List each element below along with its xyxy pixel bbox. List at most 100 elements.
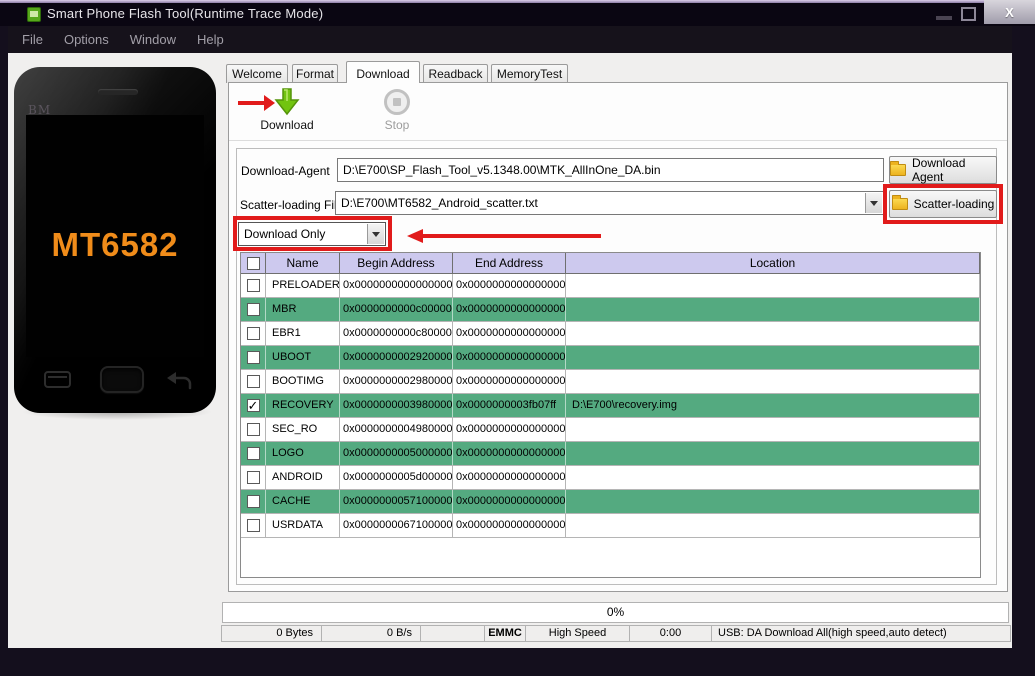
toolbar-separator	[229, 140, 1007, 141]
status-elapsed-time: 0:00	[629, 625, 712, 642]
row-checkbox-cell	[241, 442, 266, 465]
partition-name-cell: MBR	[266, 298, 340, 321]
end-address-cell: 0x0000000000000000	[453, 514, 566, 537]
row-checkbox-cell	[241, 322, 266, 345]
table-row[interactable]: BOOTIMG 0x0000000002980000 0x00000000000…	[241, 370, 980, 394]
scatter-loading-button[interactable]: Scatter-loading	[889, 190, 997, 218]
status-usb-mode: High Speed	[525, 625, 630, 642]
chevron-down-icon[interactable]	[367, 224, 384, 244]
begin-address-cell: 0x0000000057100000	[340, 490, 453, 513]
stop-button: Stop	[367, 118, 427, 132]
begin-address-cell: 0x0000000005d00000	[340, 466, 453, 489]
row-checkbox[interactable]	[247, 327, 260, 340]
begin-address-column-header[interactable]: Begin Address	[340, 253, 453, 274]
row-checkbox-cell	[241, 298, 266, 321]
phone-home-button-icon	[100, 366, 144, 393]
table-row[interactable]: CACHE 0x0000000057100000 0x0000000000000…	[241, 490, 980, 514]
end-address-cell: 0x0000000000000000	[453, 442, 566, 465]
stop-icon	[384, 89, 410, 115]
row-checkbox[interactable]	[247, 375, 260, 388]
progress-bar: 0%	[222, 602, 1009, 623]
app-window: Smart Phone Flash Tool(Runtime Trace Mod…	[0, 0, 1035, 676]
row-checkbox[interactable]	[247, 447, 260, 460]
table-row[interactable]: EBR1 0x0000000000c80000 0x00000000000000…	[241, 322, 980, 346]
row-checkbox[interactable]	[247, 519, 260, 532]
row-checkbox[interactable]	[247, 495, 260, 508]
tab-readback[interactable]: Readback	[423, 64, 488, 83]
name-column-header[interactable]: Name	[266, 253, 340, 274]
menu-options[interactable]: Options	[64, 32, 109, 47]
location-cell	[566, 442, 980, 465]
phone-screen: MT6582	[26, 115, 204, 357]
menu-file[interactable]: File	[22, 32, 43, 47]
location-cell	[566, 346, 980, 369]
titlebar[interactable]: Smart Phone Flash Tool(Runtime Trace Mod…	[0, 3, 1035, 26]
menubar: File Options Window Help	[8, 26, 1012, 53]
annotation-arrow-mode-head	[407, 229, 423, 243]
end-address-cell: 0x0000000000000000	[453, 370, 566, 393]
partition-table: Name Begin Address End Address Location …	[240, 252, 981, 578]
row-checkbox[interactable]	[247, 399, 260, 412]
select-all-checkbox[interactable]	[247, 257, 260, 270]
table-row[interactable]: SEC_RO 0x0000000004980000 0x000000000000…	[241, 418, 980, 442]
row-checkbox-cell	[241, 418, 266, 441]
end-address-cell: 0x0000000003fb07ff	[453, 394, 566, 417]
end-address-column-header[interactable]: End Address	[453, 253, 566, 274]
download-mode-combobox[interactable]: Download Only	[238, 222, 386, 246]
row-checkbox-cell	[241, 394, 266, 417]
download-agent-label: Download-Agent	[241, 164, 330, 178]
location-cell	[566, 370, 980, 393]
begin-address-cell: 0x0000000000c00000	[340, 298, 453, 321]
chevron-down-icon[interactable]	[865, 193, 882, 213]
partition-name-cell: LOGO	[266, 442, 340, 465]
table-row[interactable]: USRDATA 0x0000000067100000 0x00000000000…	[241, 514, 980, 538]
tab-download[interactable]: Download	[346, 61, 420, 83]
folder-icon	[892, 198, 908, 210]
annotation-arrow-download-head	[264, 95, 275, 111]
table-row[interactable]: ANDROID 0x0000000005d00000 0x00000000000…	[241, 466, 980, 490]
end-address-cell: 0x0000000000000000	[453, 346, 566, 369]
partition-name-cell: UBOOT	[266, 346, 340, 369]
table-row[interactable]: PRELOADER 0x0000000000000000 0x000000000…	[241, 274, 980, 298]
table-row[interactable]: MBR 0x0000000000c00000 0x000000000000000…	[241, 298, 980, 322]
table-row[interactable]: UBOOT 0x0000000002920000 0x0000000000000…	[241, 346, 980, 370]
maximize-button[interactable]	[961, 7, 976, 21]
location-cell	[566, 490, 980, 513]
row-checkbox[interactable]	[247, 423, 260, 436]
begin-address-cell: 0x0000000003980000	[340, 394, 453, 417]
menu-window[interactable]: Window	[130, 32, 176, 47]
begin-address-cell: 0x0000000004980000	[340, 418, 453, 441]
close-button[interactable]: X	[984, 0, 1035, 24]
row-checkbox[interactable]	[247, 351, 260, 364]
end-address-cell: 0x0000000000000000	[453, 466, 566, 489]
location-cell	[566, 322, 980, 345]
location-column-header[interactable]: Location	[566, 253, 980, 274]
menu-help[interactable]: Help	[197, 32, 224, 47]
row-checkbox[interactable]	[247, 471, 260, 484]
end-address-cell: 0x0000000000000000	[453, 418, 566, 441]
download-agent-button[interactable]: Download Agent	[889, 156, 997, 184]
scatter-file-path: D:\E700\MT6582_Android_scatter.txt	[341, 196, 538, 210]
annotation-arrow-mode	[423, 234, 601, 238]
tab-format[interactable]: Format	[292, 64, 338, 83]
download-button[interactable]: Download	[245, 118, 329, 132]
download-agent-path-input[interactable]: D:\E700\SP_Flash_Tool_v5.1348.00\MTK_All…	[337, 158, 884, 182]
begin-address-cell: 0x0000000000c80000	[340, 322, 453, 345]
table-body: PRELOADER 0x0000000000000000 0x000000000…	[241, 274, 980, 538]
download-icon[interactable]	[274, 88, 300, 116]
partition-name-cell: SEC_RO	[266, 418, 340, 441]
minimize-button[interactable]	[936, 16, 952, 20]
chipset-label: MT6582	[51, 226, 178, 264]
table-row[interactable]: LOGO 0x0000000005000000 0x00000000000000…	[241, 442, 980, 466]
begin-address-cell: 0x0000000002980000	[340, 370, 453, 393]
row-checkbox[interactable]	[247, 303, 260, 316]
scatter-file-combobox[interactable]: D:\E700\MT6582_Android_scatter.txt	[335, 191, 884, 215]
partition-name-cell: RECOVERY	[266, 394, 340, 417]
row-checkbox[interactable]	[247, 279, 260, 292]
table-row[interactable]: RECOVERY 0x0000000003980000 0x0000000003…	[241, 394, 980, 418]
location-cell	[566, 514, 980, 537]
tab-welcome[interactable]: Welcome	[226, 64, 288, 83]
partition-table-header: Name Begin Address End Address Location	[241, 253, 980, 274]
end-address-cell: 0x0000000000000000	[453, 274, 566, 297]
tab-memorytest[interactable]: MemoryTest	[491, 64, 568, 83]
